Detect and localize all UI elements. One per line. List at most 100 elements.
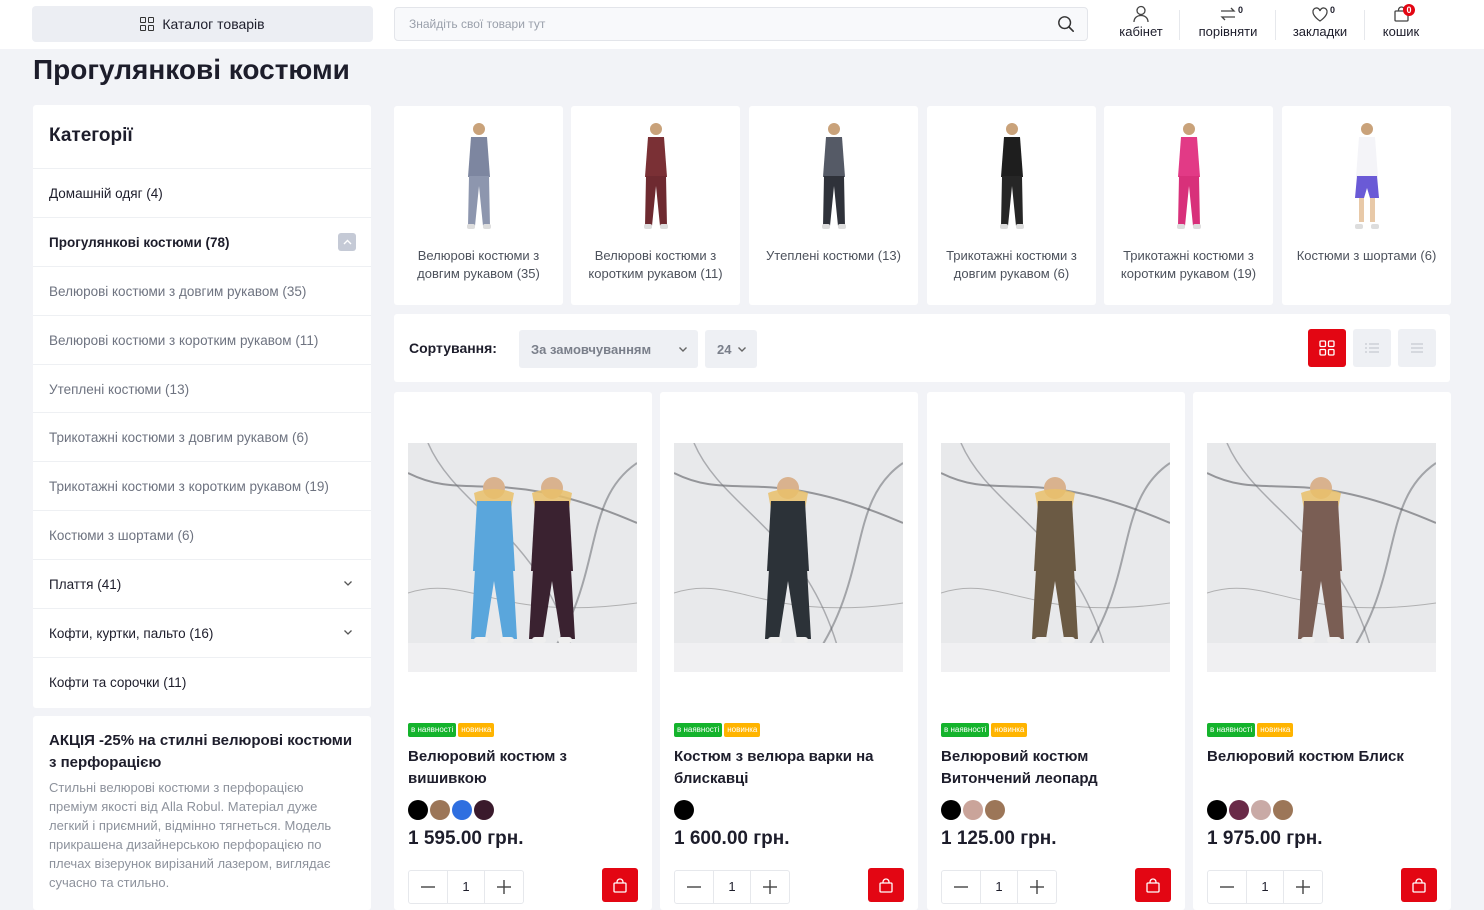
sidebar-item-jackets[interactable]: Кофти, куртки, пальто (16) [33,608,371,657]
product-badges: в наявності новинка [941,723,1028,737]
compact-view-button[interactable] [1398,329,1436,367]
promo-text: Стильні велюрові костюми з перфорацією п… [49,780,332,890]
cart-count: 0 [1403,4,1415,16]
product-card: в наявності новинка Костюм з велюра варки … [660,392,918,910]
promo-block: АКЦІЯ -25% на стилні велюрові костюми з … [33,716,371,910]
add-to-cart-button[interactable] [1135,868,1171,902]
quantity-value[interactable]: 1 [1246,871,1284,903]
user-icon [1133,5,1149,23]
product-name[interactable]: Костюм з велюра варки на блискавці [674,746,904,790]
product-name[interactable]: Велюровий костюм Блиск [1207,746,1437,768]
plus-icon [763,880,777,894]
plus-icon [497,880,511,894]
color-swatch[interactable] [1229,800,1249,820]
sidebar-item-dresses[interactable]: Плаття (41) [33,559,371,608]
quantity-value[interactable]: 1 [447,871,485,903]
subcategory-tile[interactable]: Велюрові костюми з коротким рукавом (11) [571,106,740,305]
subcategory-tile[interactable]: Трикотажні костюми з коротким рукавом (1… [1104,106,1273,305]
per-page-value: 24 [717,341,732,357]
collapse-button[interactable] [338,233,356,251]
product-image[interactable] [1207,443,1436,672]
increase-button[interactable] [485,871,523,903]
cart-link[interactable]: 0 кошик [1378,4,1424,44]
subcategory-image [1355,123,1379,229]
subcategory-label: Велюрові костюми з коротким рукавом (11) [588,248,723,281]
color-swatch[interactable] [1207,800,1227,820]
increase-button[interactable] [751,871,789,903]
color-swatches [674,800,694,820]
product-image[interactable] [408,443,637,672]
grid-icon [1319,340,1335,356]
decrease-button[interactable] [1208,871,1246,903]
account-link[interactable]: кабінет [1115,4,1167,44]
subcategory-label: Велюрові костюми з довгим рукавом (35) [417,248,540,281]
sidebar-item-knit-long[interactable]: Трикотажні костюми з довгим рукавом (6) [33,412,371,461]
color-swatch[interactable] [1251,800,1271,820]
color-swatch[interactable] [963,800,983,820]
decrease-button[interactable] [942,871,980,903]
sidebar-item-velour-long[interactable]: Велюрові костюми з довгим рукавом (35) [33,266,371,315]
chevron-down-icon[interactable] [343,578,353,588]
wishlist-link[interactable]: 0 закладки [1288,4,1352,44]
quantity-stepper: 1 [1207,870,1323,904]
quantity-value[interactable]: 1 [980,871,1018,903]
sidebar-item-blouses[interactable]: Кофти та сорочки (11) [33,657,371,706]
compare-link[interactable]: 0 порівняти [1192,4,1264,44]
product-price: 1 600.00 грн. [674,828,790,849]
list-view-button[interactable] [1353,329,1391,367]
product-image[interactable] [674,443,903,672]
sidebar-item-label: Плаття (41) [49,576,122,592]
product-name[interactable]: Велюровий костюм з вишивкою [408,746,638,790]
search-icon[interactable] [1057,15,1075,33]
color-swatch[interactable] [674,800,694,820]
increase-button[interactable] [1018,871,1056,903]
sidebar-item-walking-suits[interactable]: Прогулянкові костюми (78) [33,217,371,266]
product-card: в наявності новинка Велюровий костюм Витон… [927,392,1185,910]
add-to-cart-button[interactable] [602,868,638,902]
add-to-cart-button[interactable] [1401,868,1437,902]
chevron-down-icon [679,347,687,352]
search-input[interactable] [395,8,1015,40]
per-page-select[interactable]: 24 [705,330,757,368]
catalog-button[interactable]: Каталог товарів [32,6,373,42]
quantity-value[interactable]: 1 [713,871,751,903]
plus-icon [1296,880,1310,894]
sidebar-item-shorts[interactable]: Костюми з шортами (6) [33,510,371,559]
sidebar-item-knit-short[interactable]: Трикотажні костюми з коротким рукавом (1… [33,461,371,510]
grid-view-button[interactable] [1308,329,1346,367]
color-swatch[interactable] [941,800,961,820]
decrease-button[interactable] [409,871,447,903]
sidebar-item-home-wear[interactable]: Домашній одяг (4) [33,168,371,217]
cart-icon [1146,877,1160,893]
subcategory-label: Трикотажні костюми з коротким рукавом (1… [1120,248,1257,281]
product-image[interactable] [941,443,1170,672]
sort-select[interactable]: За замовчуванням [519,330,698,368]
product-price: 1 595.00 грн. [408,828,524,849]
color-swatch[interactable] [452,800,472,820]
color-swatch[interactable] [430,800,450,820]
in-stock-badge: в наявності [408,723,457,737]
list-icon [1365,343,1379,353]
color-swatch[interactable] [474,800,494,820]
product-name[interactable]: Велюровий костюм Витончений леопард [941,746,1171,790]
chevron-down-icon[interactable] [343,627,353,637]
cart-icon [613,877,627,893]
sidebar-item-velour-short[interactable]: Велюрові костюми з коротким рукавом (11) [33,315,371,364]
decrease-button[interactable] [675,871,713,903]
color-swatch[interactable] [985,800,1005,820]
add-to-cart-button[interactable] [868,868,904,902]
sidebar-item-label: Костюми з шортами (6) [49,527,194,543]
subcategory-tile[interactable]: Костюми з шортами (6) [1282,106,1451,305]
color-swatch[interactable] [1273,800,1293,820]
color-swatch[interactable] [408,800,428,820]
promo-title[interactable]: АКЦІЯ -25% на стилні велюрові костюми з … [49,730,355,774]
cart-icon [1412,877,1426,893]
subcategory-tile[interactable]: Велюрові костюми з довгим рукавом (35) [394,106,563,305]
minus-icon [954,886,968,888]
increase-button[interactable] [1284,871,1322,903]
sidebar-item-insulated[interactable]: Утеплені костюми (13) [33,364,371,413]
sidebar-item-label: Домашній одяг (4) [49,185,163,201]
subcategory-tile[interactable]: Трикотажні костюми з довгим рукавом (6) [927,106,1096,305]
subcategory-tile[interactable]: Утеплені костюми (13) [749,106,918,305]
new-badge: новинка [991,723,1028,737]
